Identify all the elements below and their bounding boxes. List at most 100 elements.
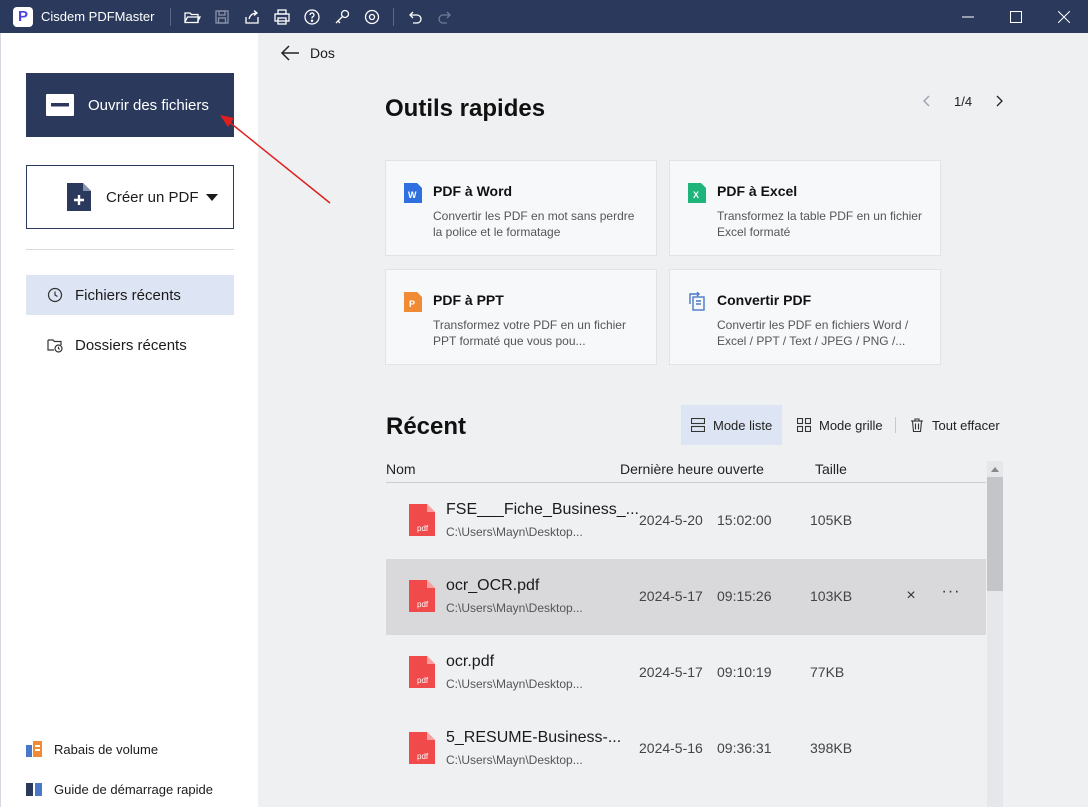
- file-path: C:\Users\Mayn\Desktop...: [446, 753, 583, 767]
- folder-clock-icon: [47, 339, 63, 353]
- file-size: 77KB: [810, 664, 845, 680]
- column-header-size[interactable]: Taille: [815, 461, 847, 477]
- pdf-badge: pdf: [417, 600, 429, 609]
- sidebar-item-label: Dossiers récents: [75, 336, 187, 354]
- sidebar-item-recent-folders[interactable]: Dossiers récents: [26, 325, 234, 365]
- back-button[interactable]: Dos: [280, 44, 335, 62]
- main-content: Dos Outils rapides 1/4 W PDF à Word Conv…: [258, 33, 1088, 807]
- ppt-icon: P: [404, 292, 422, 312]
- grid-icon: [797, 418, 811, 432]
- grid-mode-button[interactable]: Mode grille: [797, 405, 883, 445]
- file-path: C:\Users\Mayn\Desktop...: [446, 677, 583, 691]
- key-icon[interactable]: [331, 6, 353, 28]
- svg-text:X: X: [693, 190, 699, 200]
- remove-row-button[interactable]: ×: [902, 587, 920, 605]
- file-time: 09:10:19: [717, 664, 772, 680]
- tool-card-pdf-to-ppt[interactable]: P PDF à PPT Transformez votre PDF en un …: [385, 269, 657, 365]
- close-window-button[interactable]: [1040, 0, 1088, 33]
- undo-icon[interactable]: [404, 6, 426, 28]
- create-pdf-button[interactable]: Créer un PDF: [26, 165, 234, 229]
- toolbar-separator: [393, 7, 395, 26]
- back-label: Dos: [310, 45, 335, 61]
- save-icon[interactable]: [211, 6, 233, 28]
- word-icon: W: [404, 183, 422, 203]
- tool-card-description: Convertir les PDF en fichiers Word / Exc…: [717, 318, 909, 348]
- list-mode-button[interactable]: Mode liste: [681, 405, 783, 445]
- tool-card-title: PDF à PPT: [433, 292, 504, 308]
- mode-separator: [895, 417, 896, 433]
- app-title: Cisdem PDFMaster: [41, 9, 155, 24]
- sidebar-divider: [26, 249, 234, 250]
- tool-card-description: Transformez votre PDF en un fichier PPT …: [433, 318, 626, 348]
- more-options-button[interactable]: ···: [940, 583, 962, 601]
- trash-icon: [911, 418, 923, 432]
- pager-indicator: 1/4: [954, 93, 973, 109]
- pager-prev-button[interactable]: [918, 93, 934, 109]
- open-files-button[interactable]: Ouvrir des fichiers: [26, 73, 234, 137]
- file-time: 09:36:31: [717, 740, 772, 756]
- scroll-up-arrow-icon[interactable]: [991, 467, 999, 472]
- help-icon[interactable]: [301, 6, 323, 28]
- title-bar: P Cisdem PDFMaster: [0, 0, 1088, 33]
- tool-card-title: PDF à Excel: [717, 183, 798, 199]
- table-row[interactable]: pdf ocr.pdf C:\Users\Mayn\Desktop... 202…: [386, 635, 986, 711]
- list-mode-label: Mode liste: [713, 417, 773, 433]
- toolbar-separator: [170, 7, 172, 26]
- maximize-button[interactable]: [992, 0, 1040, 33]
- volume-discount-icon: [26, 741, 42, 757]
- file-size: 398KB: [810, 740, 853, 756]
- file-time: 09:15:26: [717, 588, 772, 604]
- tool-card-convert-pdf[interactable]: Convertir PDF Convertir les PDF en fichi…: [669, 269, 941, 365]
- quick-start-guide-link[interactable]: Guide de démarrage rapide: [26, 781, 213, 797]
- settings-icon[interactable]: [361, 6, 383, 28]
- column-header-last-opened[interactable]: Dernière heure ouverte: [620, 461, 764, 477]
- file-path: C:\Users\Mayn\Desktop...: [446, 525, 583, 539]
- folder-icon: [46, 94, 74, 116]
- tool-card-pdf-to-excel[interactable]: X PDF à Excel Transformez la table PDF e…: [669, 160, 941, 256]
- new-document-icon: [67, 183, 91, 211]
- table-row[interactable]: pdf ocr_OCR.pdf C:\Users\Mayn\Desktop...…: [386, 559, 986, 635]
- pager-next-button[interactable]: [992, 93, 1008, 109]
- column-header-name[interactable]: Nom: [386, 461, 416, 477]
- file-size: 103KB: [810, 588, 853, 604]
- tool-card-description: Transformez la table PDF en un fichier E…: [717, 209, 922, 239]
- scrollbar-thumb[interactable]: [987, 477, 1003, 591]
- minimize-button[interactable]: [944, 0, 992, 33]
- file-date: 2024-5-20: [639, 512, 703, 528]
- open-folder-icon[interactable]: [181, 6, 203, 28]
- file-date: 2024-5-16: [639, 740, 703, 756]
- file-name: FSE___Fiche_Business_...: [446, 501, 639, 518]
- open-files-label: Ouvrir des fichiers: [88, 96, 209, 114]
- grid-mode-label: Mode grille: [819, 417, 883, 433]
- pdf-badge: pdf: [417, 524, 429, 533]
- sidebar-item-recent-files[interactable]: Fichiers récents: [26, 275, 234, 315]
- create-pdf-label: Créer un PDF: [106, 188, 199, 206]
- file-name: ocr_OCR.pdf: [446, 577, 540, 594]
- volume-discount-link[interactable]: Rabais de volume: [26, 741, 158, 757]
- print-icon[interactable]: [271, 6, 293, 28]
- file-date: 2024-5-17: [639, 588, 703, 604]
- book-icon: [26, 783, 42, 796]
- chevron-down-icon: [205, 193, 218, 201]
- file-size: 105KB: [810, 512, 853, 528]
- svg-text:W: W: [408, 190, 417, 200]
- app-logo: P: [13, 6, 33, 27]
- arrow-left-icon: [280, 45, 299, 61]
- list-icon: [691, 418, 705, 432]
- tool-card-pdf-to-word[interactable]: W PDF à Word Convertir les PDF en mot sa…: [385, 160, 657, 256]
- table-row[interactable]: pdf 5_RESUME-Business-... C:\Users\Mayn\…: [386, 711, 986, 787]
- pdf-badge: pdf: [417, 676, 429, 685]
- volume-discount-label: Rabais de volume: [54, 741, 159, 757]
- clock-icon: [47, 287, 63, 303]
- share-icon[interactable]: [241, 6, 263, 28]
- scrollbar[interactable]: [987, 461, 1003, 807]
- table-row[interactable]: pdf FSE___Fiche_Business_... C:\Users\Ma…: [386, 483, 986, 559]
- tools-pager: 1/4: [918, 93, 1008, 109]
- recent-title: Récent: [386, 413, 467, 440]
- clear-all-button[interactable]: Tout effacer: [910, 405, 1000, 445]
- file-time: 15:02:00: [717, 512, 772, 528]
- quick-tools-title: Outils rapides: [385, 95, 546, 122]
- file-date: 2024-5-17: [639, 664, 703, 680]
- sidebar-item-label: Fichiers récents: [75, 286, 181, 304]
- redo-icon[interactable]: [434, 6, 456, 28]
